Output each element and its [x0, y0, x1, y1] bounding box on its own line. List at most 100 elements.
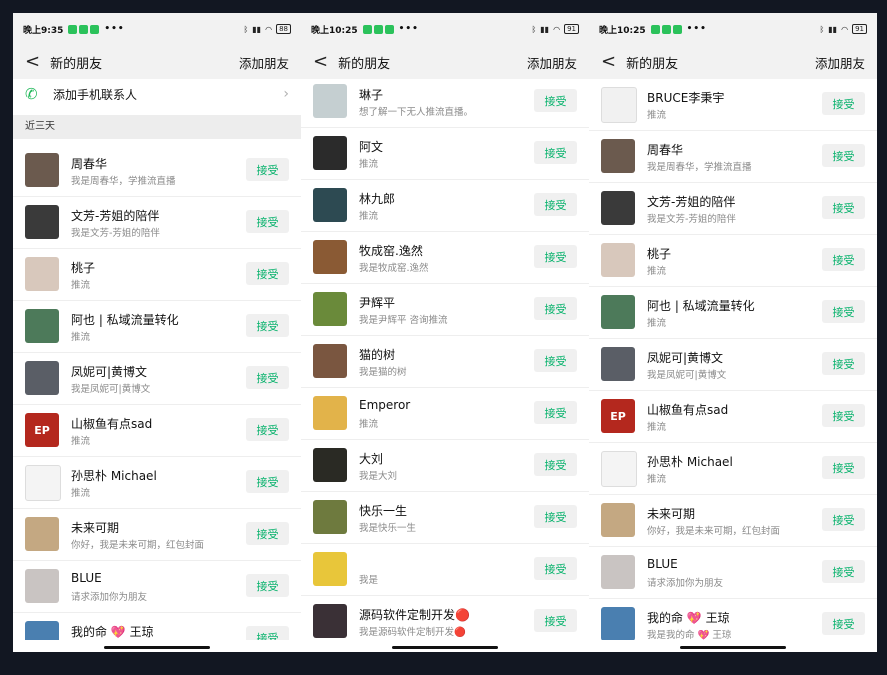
- accept-button[interactable]: 接受: [246, 210, 289, 233]
- accept-button[interactable]: 接受: [822, 560, 865, 583]
- friend-request-row[interactable]: 桃子 推流 接受: [13, 249, 301, 301]
- accept-button[interactable]: 接受: [534, 453, 577, 476]
- accept-button[interactable]: 接受: [822, 92, 865, 115]
- accept-button[interactable]: 接受: [534, 349, 577, 372]
- friend-request-row[interactable]: 阿也 | 私域流量转化 推流 接受: [589, 287, 877, 339]
- avatar[interactable]: [25, 621, 59, 640]
- friend-request-row[interactable]: 凤妮可|黄博文 我是凤妮可|黄博文 接受: [13, 353, 301, 405]
- friend-request-row[interactable]: 孙思朴 Michael 推流 接受: [589, 443, 877, 495]
- avatar[interactable]: EP: [25, 413, 59, 447]
- avatar[interactable]: [25, 153, 59, 187]
- avatar[interactable]: [601, 191, 635, 225]
- add-friend-button[interactable]: 添加朋友: [239, 53, 289, 72]
- avatar[interactable]: [601, 243, 635, 277]
- avatar[interactable]: [601, 347, 635, 381]
- friend-request-row[interactable]: EP 山椒鱼有点sad 推流 接受: [589, 391, 877, 443]
- friend-request-row[interactable]: 未来可期 你好，我是未来可期，红包封面 接受: [589, 495, 877, 547]
- friend-request-row[interactable]: 尹辉平 我是尹辉平 咨询推流 接受: [301, 284, 589, 336]
- accept-button[interactable]: 接受: [246, 314, 289, 337]
- friend-request-row[interactable]: 凤妮可|黄博文 我是凤妮可|黄博文 接受: [589, 339, 877, 391]
- friend-request-row[interactable]: 我的命 💖 王琼我是我的命 💖 王琼接受: [13, 613, 301, 640]
- accept-button[interactable]: 接受: [534, 297, 577, 320]
- avatar[interactable]: [313, 188, 347, 222]
- accept-button[interactable]: 接受: [534, 609, 577, 632]
- friend-request-row[interactable]: BLUE 请求添加你为朋友 接受: [589, 547, 877, 599]
- avatar[interactable]: [601, 87, 637, 123]
- friend-request-row[interactable]: 猫的树 我是猫的树 接受: [301, 336, 589, 388]
- friend-request-row[interactable]: 桃子 推流 接受: [589, 235, 877, 287]
- friend-request-row[interactable]: 阿文 推流 接受: [301, 128, 589, 180]
- accept-button[interactable]: 接受: [822, 612, 865, 635]
- friend-request-row[interactable]: 源码软件定制开发🔴 我是源码软件定制开发🔴 接受: [301, 596, 589, 640]
- back-arrow-icon[interactable]: <: [25, 53, 40, 71]
- avatar[interactable]: [601, 607, 635, 640]
- avatar[interactable]: [25, 257, 59, 291]
- accept-button[interactable]: 接受: [534, 505, 577, 528]
- avatar[interactable]: [313, 136, 347, 170]
- add-friend-button[interactable]: 添加朋友: [815, 53, 865, 72]
- friend-request-row[interactable]: 周春华 我是周春华，学推流直播 接受: [13, 145, 301, 197]
- accept-button[interactable]: 接受: [246, 522, 289, 545]
- back-arrow-icon[interactable]: <: [313, 53, 328, 71]
- avatar[interactable]: [25, 569, 59, 603]
- friend-request-row[interactable]: 我是 接受: [301, 544, 589, 596]
- avatar[interactable]: [25, 465, 61, 501]
- avatar[interactable]: [25, 205, 59, 239]
- accept-button[interactable]: 接受: [246, 366, 289, 389]
- friend-request-row[interactable]: 文芳-芳姐的陪伴 我是文芳-芳姐的陪伴 接受: [13, 197, 301, 249]
- avatar[interactable]: [25, 309, 59, 343]
- friend-request-row[interactable]: 林九郎 推流 接受: [301, 180, 589, 232]
- avatar[interactable]: [313, 552, 347, 586]
- accept-button[interactable]: 接受: [246, 574, 289, 597]
- accept-button[interactable]: 接受: [246, 470, 289, 493]
- friend-request-row[interactable]: 我的命 💖 王琼我是我的命 💖 王琼接受: [589, 599, 877, 640]
- accept-button[interactable]: 接受: [534, 89, 577, 112]
- accept-button[interactable]: 接受: [822, 248, 865, 271]
- avatar[interactable]: [25, 517, 59, 551]
- friend-request-row[interactable]: BLUE 请求添加你为朋友 接受: [13, 561, 301, 613]
- friend-request-row[interactable]: EP 山椒鱼有点sad 推流 接受: [13, 405, 301, 457]
- accept-button[interactable]: 接受: [246, 158, 289, 181]
- friend-request-row[interactable]: 孙思朴 Michael 推流 接受: [13, 457, 301, 509]
- accept-button[interactable]: 接受: [822, 352, 865, 375]
- avatar[interactable]: [313, 448, 347, 482]
- avatar[interactable]: [313, 604, 347, 638]
- avatar[interactable]: [601, 139, 635, 173]
- avatar[interactable]: [601, 555, 635, 589]
- accept-button[interactable]: 接受: [822, 144, 865, 167]
- accept-button[interactable]: 接受: [534, 401, 577, 424]
- friend-request-row[interactable]: 大刘 我是大刘 接受: [301, 440, 589, 492]
- friend-request-row[interactable]: 周春华 我是周春华，学推流直播 接受: [589, 131, 877, 183]
- friend-request-row[interactable]: 文芳-芳姐的陪伴 我是文芳-芳姐的陪伴 接受: [589, 183, 877, 235]
- avatar[interactable]: [601, 451, 637, 487]
- avatar[interactable]: [313, 84, 347, 118]
- accept-button[interactable]: 接受: [246, 262, 289, 285]
- friend-request-row[interactable]: 阿也 | 私域流量转化 推流 接受: [13, 301, 301, 353]
- accept-button[interactable]: 接受: [822, 300, 865, 323]
- friend-request-row[interactable]: 琳子 想了解一下无人推流直播。 接受: [301, 79, 589, 128]
- accept-button[interactable]: 接受: [822, 456, 865, 479]
- accept-button[interactable]: 接受: [822, 508, 865, 531]
- accept-button[interactable]: 接受: [822, 196, 865, 219]
- accept-button[interactable]: 接受: [246, 626, 289, 640]
- avatar[interactable]: [25, 361, 59, 395]
- accept-button[interactable]: 接受: [534, 141, 577, 164]
- accept-button[interactable]: 接受: [246, 418, 289, 441]
- avatar[interactable]: [601, 503, 635, 537]
- avatar[interactable]: [313, 500, 347, 534]
- avatar[interactable]: [313, 240, 347, 274]
- add-friend-button[interactable]: 添加朋友: [527, 53, 577, 72]
- friend-request-row[interactable]: BRUCE李秉宇 推流 接受: [589, 79, 877, 131]
- accept-button[interactable]: 接受: [534, 193, 577, 216]
- avatar[interactable]: [313, 396, 347, 430]
- back-arrow-icon[interactable]: <: [601, 53, 616, 71]
- friend-request-row[interactable]: Emperor 推流 接受: [301, 388, 589, 440]
- friend-request-row[interactable]: 快乐一生 我是快乐一生 接受: [301, 492, 589, 544]
- accept-button[interactable]: 接受: [822, 404, 865, 427]
- accept-button[interactable]: 接受: [534, 245, 577, 268]
- add-phone-contacts-row[interactable]: ✆ 添加手机联系人 ›: [13, 79, 301, 109]
- accept-button[interactable]: 接受: [534, 557, 577, 580]
- friend-request-row[interactable]: 未来可期 你好，我是未来可期，红包封面 接受: [13, 509, 301, 561]
- avatar[interactable]: [313, 344, 347, 378]
- avatar[interactable]: [313, 292, 347, 326]
